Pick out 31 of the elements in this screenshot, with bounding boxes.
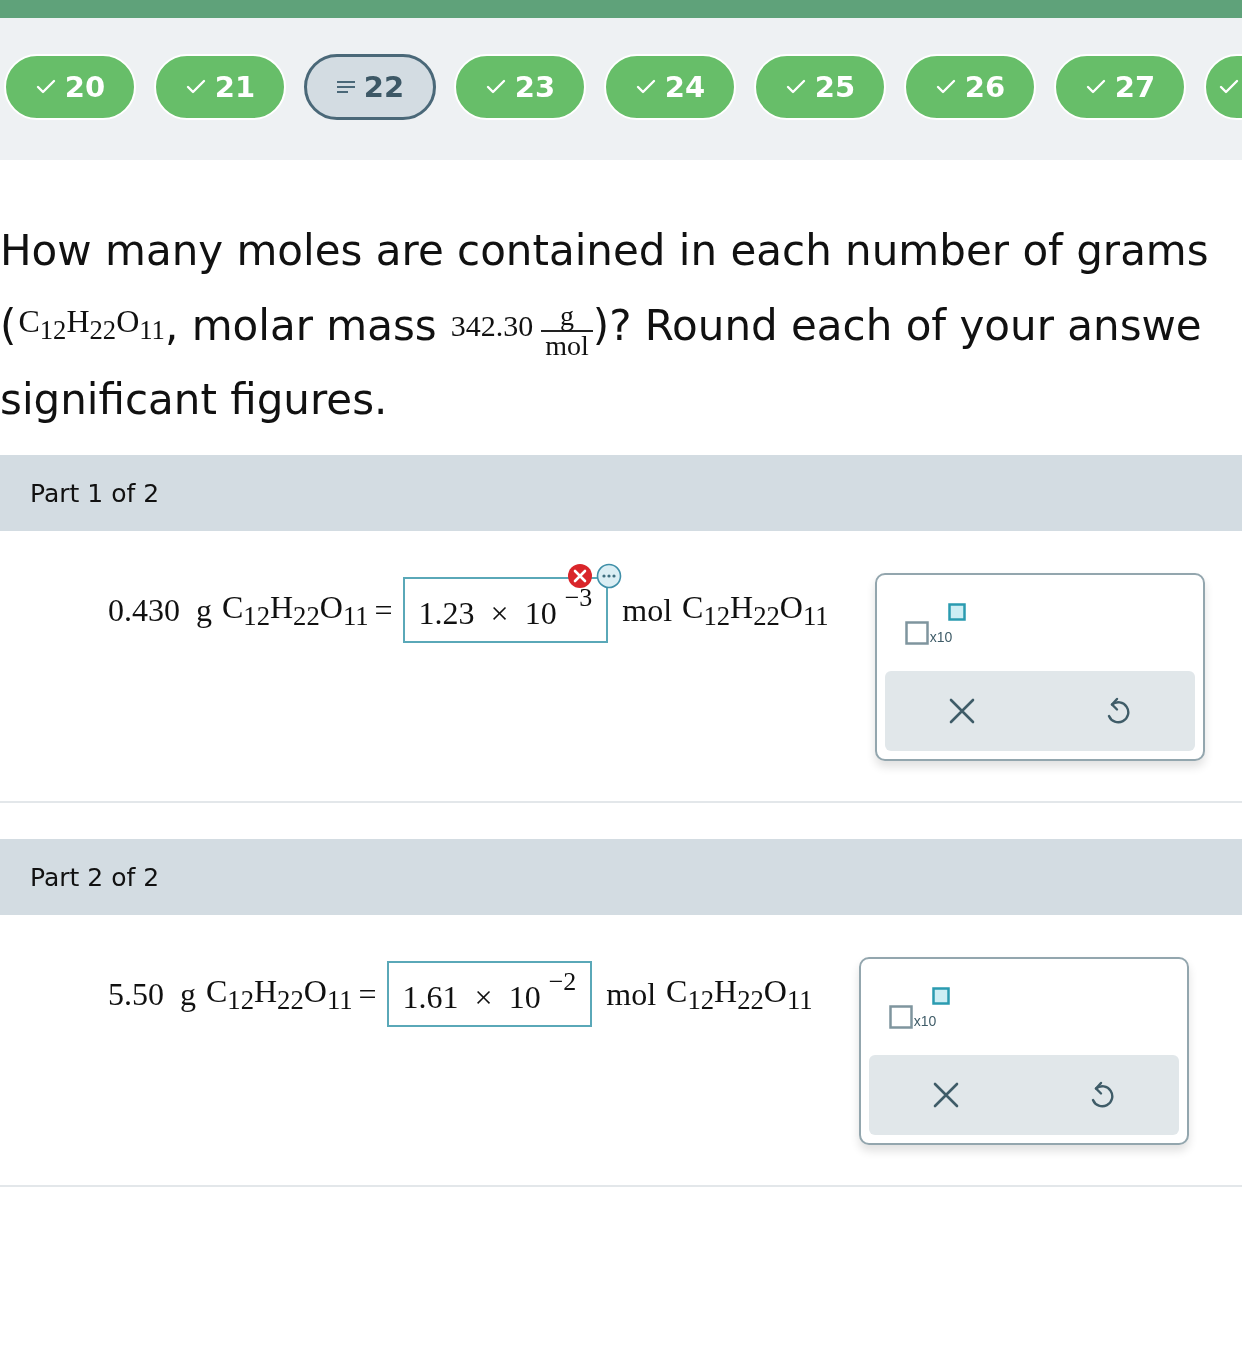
given-mass: 5.50 g	[108, 975, 196, 1013]
formula-text: C$_{12}$H$_{22}$O$_{11}$	[222, 588, 369, 633]
formula-text: C$_{12}$H$_{22}$O$_{11}$	[666, 972, 813, 1017]
equals-sign: =	[374, 591, 393, 629]
part-title: Part 2 of 2	[30, 862, 160, 892]
question-tab[interactable]: 24	[604, 54, 736, 120]
part-title: Part 1 of 2	[30, 478, 160, 508]
question-text: significant figures.	[0, 374, 389, 427]
answer-field[interactable]: 1.61 × 10 $^{−2}$	[386, 961, 593, 1028]
scientific-notation-key[interactable]: x10	[868, 969, 951, 1030]
question-tab[interactable]: 27	[1054, 54, 1186, 120]
formula-text: C$_{12}$H$_{22}$O$_{11}$	[18, 302, 165, 348]
formula-text: C$_{12}$H$_{22}$O$_{11}$	[682, 588, 829, 633]
question-tab[interactable]: 21	[154, 54, 286, 120]
question-text: (	[0, 299, 17, 352]
question-tab[interactable]: 23	[454, 54, 586, 120]
question-text: )? Round each of your answe	[592, 299, 1202, 352]
formula-text: C$_{12}$H$_{22}$O$_{11}$	[206, 972, 353, 1017]
given-mass: 0.430 g	[108, 591, 212, 629]
answer-field[interactable]: 1.23 × 10 $^{−3}$	[402, 577, 609, 644]
question-tab[interactable]: 20	[4, 54, 136, 120]
question-tab[interactable]: 26	[904, 54, 1036, 120]
equals-sign: =	[358, 975, 377, 1013]
question-tab[interactable]: 25	[754, 54, 886, 120]
question-tab[interactable]: 22	[304, 54, 436, 120]
mass-value: 342.30	[450, 307, 534, 344]
question-text: , molar mass	[164, 299, 437, 352]
scientific-notation-key[interactable]: x10	[884, 585, 967, 646]
question-text: How many moles are contained in each number of grams	[0, 225, 1210, 277]
result-unit: mol	[606, 975, 657, 1013]
result-unit: mol	[622, 591, 673, 629]
